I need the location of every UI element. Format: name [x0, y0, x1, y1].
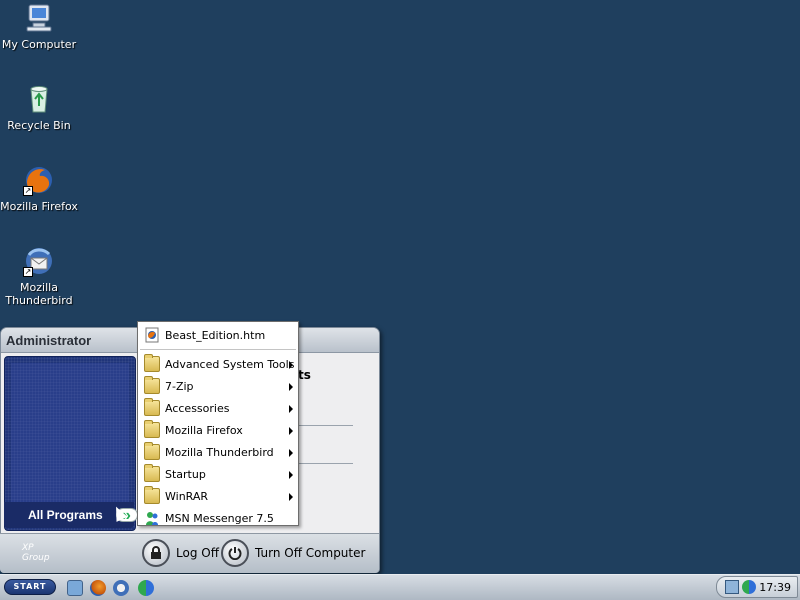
folder-icon: [144, 442, 160, 460]
submenu-arrow-icon: [289, 405, 293, 413]
power-icon: [221, 539, 249, 567]
divider: [298, 463, 353, 464]
show-desktop-icon[interactable]: [67, 580, 83, 596]
recycle-bin-icon: [23, 83, 55, 115]
menu-item-mozilla-thunderbird[interactable]: Mozilla Thunderbird: [138, 441, 298, 463]
menu-item-7zip[interactable]: 7-Zip: [138, 375, 298, 397]
html-file-icon: [144, 327, 160, 343]
menu-item-label: Accessories: [165, 401, 230, 415]
messenger-tray-icon[interactable]: [742, 580, 756, 594]
menu-item-label: Beast_Edition.htm: [165, 328, 266, 342]
start-button[interactable]: START: [4, 579, 56, 595]
desktop-icon-firefox[interactable]: ↗ Mozilla Firefox: [0, 164, 78, 213]
thunderbird-icon: ↗: [23, 245, 55, 277]
submenu-arrow-icon: [289, 449, 293, 457]
my-computer-icon: [23, 2, 55, 34]
menu-item-winrar[interactable]: WinRAR: [138, 485, 298, 507]
clock[interactable]: 17:39: [759, 581, 791, 594]
folder-icon: [144, 420, 160, 438]
firefox-icon: ↗: [23, 164, 55, 196]
desktop-icon-thunderbird[interactable]: ↗ Mozilla Thunderbird: [0, 245, 78, 307]
shortcut-arrow-icon: ↗: [23, 186, 33, 196]
menu-item-label: WinRAR: [165, 489, 209, 503]
system-tray: 17:39: [716, 576, 798, 598]
divider: [298, 425, 353, 426]
desktop-icon-my-computer[interactable]: My Computer: [0, 2, 78, 51]
menu-item-msn-messenger[interactable]: MSN Messenger 7.5: [138, 507, 298, 529]
all-programs-label: All Programs: [28, 508, 103, 522]
msn-messenger-icon: [144, 510, 160, 526]
programs-submenu: Beast_Edition.htm Advanced System Tools …: [137, 321, 299, 526]
menu-item-label: Mozilla Firefox: [165, 423, 243, 437]
xp-logo: XP Group: [4, 539, 52, 567]
turn-off-button[interactable]: Turn Off Computer: [221, 538, 365, 568]
thunderbird-quicklaunch-icon[interactable]: [113, 580, 129, 596]
log-off-button[interactable]: Log Off: [142, 538, 219, 568]
submenu-arrow-icon: [289, 427, 293, 435]
menu-item-label: Startup: [165, 467, 206, 481]
submenu-arrow-icon: [289, 493, 293, 501]
menu-item-advanced-system-tools[interactable]: Advanced System Tools: [138, 353, 298, 375]
taskbar: START 17:39: [0, 574, 800, 600]
submenu-arrow-icon: [289, 383, 293, 391]
folder-icon: [144, 464, 160, 482]
network-tray-icon[interactable]: [725, 580, 739, 594]
folder-icon: [144, 354, 160, 372]
msn-messenger-quicklaunch-icon[interactable]: [138, 580, 154, 596]
menu-item-label: Advanced System Tools: [165, 357, 295, 371]
submenu-arrow-icon: [289, 361, 293, 369]
log-off-label: Log Off: [176, 546, 219, 560]
menu-item-label: MSN Messenger 7.5: [165, 511, 274, 525]
firefox-quicklaunch-icon[interactable]: [90, 580, 106, 596]
desktop-icon-label: Mozilla Thunderbird: [5, 281, 73, 307]
folder-icon: [144, 398, 160, 416]
menu-item-mozilla-firefox[interactable]: Mozilla Firefox: [138, 419, 298, 441]
desktop-icon-label: My Computer: [1, 38, 77, 51]
turn-off-label: Turn Off Computer: [255, 546, 366, 560]
desktop-icon-label: Mozilla Firefox: [0, 200, 78, 213]
menu-item-label: 7-Zip: [165, 379, 194, 393]
folder-icon: [144, 376, 160, 394]
menu-item-label: Mozilla Thunderbird: [165, 445, 274, 459]
desktop-icon-recycle-bin[interactable]: Recycle Bin: [0, 83, 78, 132]
submenu-arrow-icon: [289, 471, 293, 479]
menu-separator: [140, 349, 296, 350]
menu-item-startup[interactable]: Startup: [138, 463, 298, 485]
desktop-icon-label: Recycle Bin: [7, 119, 71, 132]
menu-item-accessories[interactable]: Accessories: [138, 397, 298, 419]
lock-icon: [142, 539, 170, 567]
menu-item-beast-edition[interactable]: Beast_Edition.htm: [138, 324, 298, 346]
shortcut-arrow-icon: ↗: [23, 267, 33, 277]
folder-icon: [144, 486, 160, 504]
start-menu-right-column-text: ts: [298, 368, 311, 382]
xp-logo-text: XP Group: [22, 543, 50, 563]
